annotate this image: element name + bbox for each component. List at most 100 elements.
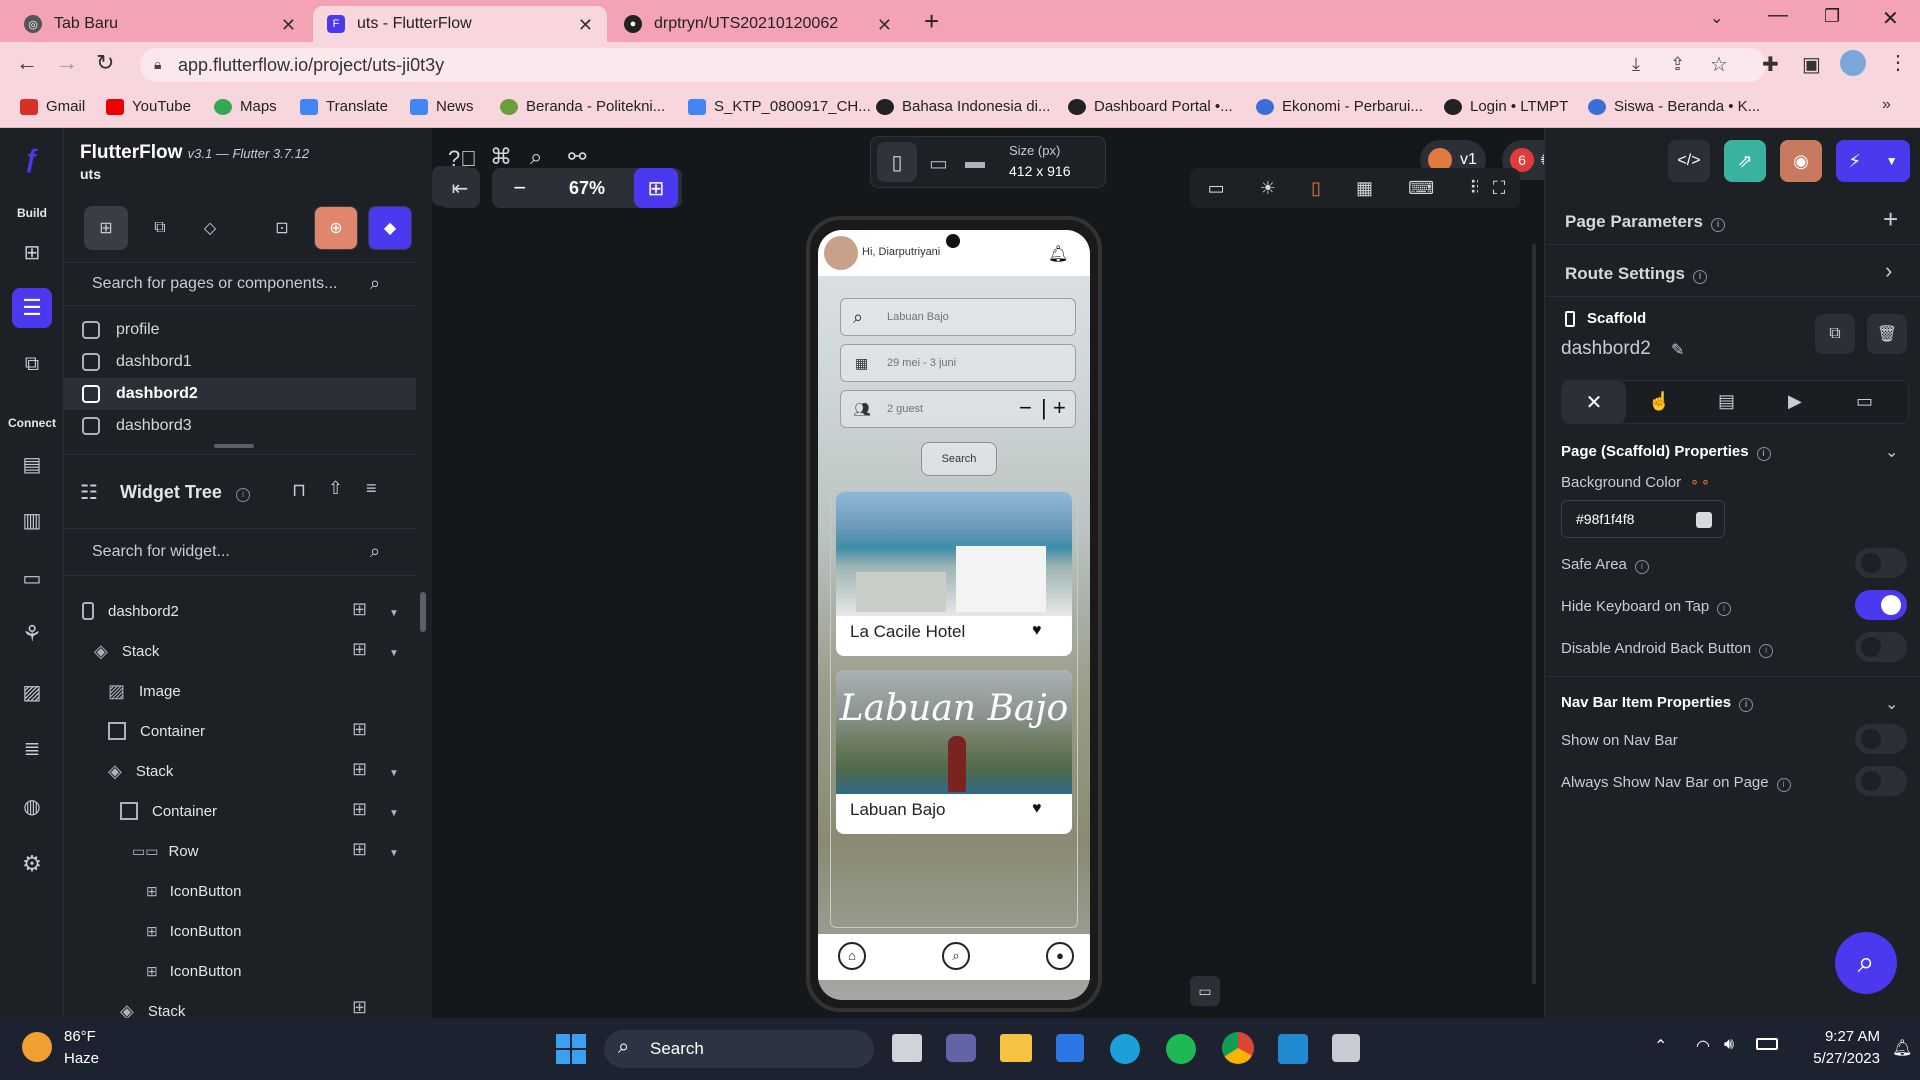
- lock-icon[interactable]: ⊓: [292, 480, 306, 501]
- api-icon[interactable]: ▥: [12, 500, 52, 540]
- store-icon[interactable]: [1056, 1034, 1084, 1062]
- disable-back-toggle[interactable]: [1855, 632, 1907, 662]
- tab-properties[interactable]: ✕: [1562, 381, 1626, 423]
- hide-keyboard-toggle[interactable]: [1855, 590, 1907, 620]
- tab-search-icon[interactable]: ⌄: [1710, 8, 1723, 28]
- code-view-icon[interactable]: </>: [1668, 140, 1710, 182]
- install-icon[interactable]: ⤓: [1632, 54, 1640, 75]
- preview-eye-icon[interactable]: ◉: [1780, 140, 1822, 182]
- flutterflow-logo-icon[interactable]: ƒ: [12, 138, 52, 178]
- close-icon[interactable]: ✕: [578, 15, 593, 36]
- add-widget-icon[interactable]: ⊞: [12, 232, 52, 272]
- link-icon[interactable]: ⚯: [568, 144, 586, 170]
- phone-device-icon[interactable]: ▯: [877, 142, 917, 182]
- bookmark-news[interactable]: News: [410, 98, 474, 115]
- date-field[interactable]: ▦ 29 mei - 3 juni: [840, 344, 1076, 382]
- bookmark-siswa[interactable]: Siswa - Beranda • K...: [1588, 98, 1760, 115]
- more-bookmarks-icon[interactable]: »: [1882, 96, 1891, 114]
- maximize-button[interactable]: ❐: [1824, 6, 1840, 27]
- notification-icon[interactable]: 🔔︎: [1892, 1038, 1912, 1058]
- bookmark-ltmpt[interactable]: Login • LTMPT: [1444, 98, 1568, 115]
- new-folder-icon[interactable]: ⊡: [260, 206, 304, 250]
- tab-backend-query[interactable]: ▤: [1718, 391, 1735, 412]
- hotel-card[interactable]: La Cacile Hotel ♥: [836, 492, 1072, 656]
- tree-node-container[interactable]: Container: [108, 712, 205, 750]
- share-icon[interactable]: ⇪: [1670, 54, 1685, 75]
- media-icon[interactable]: ▨: [12, 672, 52, 712]
- color-swatch[interactable]: [1696, 512, 1712, 528]
- home-icon[interactable]: ⌂: [838, 942, 866, 970]
- tab-docs[interactable]: ▭: [1856, 391, 1873, 412]
- page-item-dashbord1[interactable]: dashbord1: [64, 346, 416, 378]
- canvas-scrollbar[interactable]: [1532, 244, 1536, 984]
- components-icon[interactable]: ⧉: [12, 344, 52, 384]
- bookmark-bahasa[interactable]: Bahasa Indonesia di...: [876, 98, 1050, 115]
- page-search-input[interactable]: Search for pages or components... ⌕: [64, 262, 416, 306]
- vscode-icon[interactable]: [1278, 1034, 1308, 1064]
- heart-icon[interactable]: ♥: [1032, 622, 1042, 640]
- heart-icon[interactable]: ♥: [1032, 800, 1042, 818]
- open-external-icon[interactable]: ⇗: [1724, 140, 1766, 182]
- add-child-icon[interactable]: ⊞: [352, 839, 376, 863]
- chevron-down-icon[interactable]: ⌄: [1885, 442, 1898, 462]
- bookmark-maps[interactable]: Maps: [214, 98, 277, 115]
- bookmark-star-icon[interactable]: ☆: [1710, 52, 1728, 77]
- wifi-icon[interactable]: ◠: [1696, 1036, 1710, 1056]
- bookmark-ktp[interactable]: S_KTP_0800917_CH...: [688, 98, 871, 115]
- variable-icon[interactable]: ⚬⚬: [1689, 475, 1711, 490]
- premium-tab-icon[interactable]: ◇: [188, 206, 232, 250]
- minus-button[interactable]: −: [1019, 395, 1032, 421]
- search-fab-icon[interactable]: ⌕: [1835, 932, 1897, 994]
- diamond-icon[interactable]: ◆: [368, 206, 412, 250]
- edit-icon[interactable]: ✎: [1671, 340, 1684, 360]
- storage-icon[interactable]: ▭: [12, 558, 52, 598]
- teams-icon[interactable]: [946, 1034, 976, 1062]
- tree-node-stack[interactable]: ◈ Stack: [94, 632, 159, 670]
- add-page-icon[interactable]: ⊕: [314, 206, 358, 250]
- extensions-icon[interactable]: ✚: [1762, 52, 1779, 77]
- command-icon[interactable]: ⌘: [490, 144, 512, 170]
- always-nav-toggle[interactable]: [1855, 766, 1907, 796]
- add-child-icon[interactable]: ⊞: [352, 639, 376, 663]
- route-settings-row[interactable]: Route Settings i: [1565, 264, 1707, 284]
- search-button[interactable]: Search: [921, 442, 997, 476]
- widget-search-input[interactable]: Search for widget... ⌕: [64, 528, 416, 576]
- window-close-button[interactable]: ✕: [1882, 6, 1899, 31]
- tree-node-container[interactable]: Container: [120, 792, 217, 830]
- avatar[interactable]: [824, 236, 858, 270]
- volume-icon[interactable]: 🔊︎: [1724, 1036, 1734, 1054]
- taskbar-search[interactable]: ⌕ Search: [604, 1030, 874, 1068]
- snipping-icon[interactable]: [1332, 1034, 1360, 1062]
- file-explorer-icon[interactable]: [892, 1034, 922, 1062]
- new-tab-button[interactable]: +: [924, 6, 939, 37]
- light-mode-icon[interactable]: ☀: [1260, 178, 1276, 199]
- tree-node-iconbutton[interactable]: ⊞ IconButton: [146, 872, 241, 910]
- orientation-icon[interactable]: ▯: [1311, 178, 1321, 199]
- chevron-down-icon[interactable]: ▼: [389, 848, 399, 859]
- tree-node-iconbutton[interactable]: ⊞ IconButton: [146, 952, 241, 990]
- tab-flutterflow[interactable]: F uts - FlutterFlow ✕: [313, 6, 607, 42]
- collapse-icon[interactable]: ⇧: [328, 478, 343, 499]
- zoom-out-button[interactable]: −: [513, 175, 526, 201]
- bookmark-dashboard[interactable]: Dashboard Portal •...: [1068, 98, 1233, 115]
- chevron-down-icon[interactable]: ▼: [389, 768, 399, 779]
- filter-icon[interactable]: ≡: [366, 478, 377, 499]
- layout-icon[interactable]: ▦: [1356, 178, 1373, 199]
- show-nav-toggle[interactable]: [1855, 724, 1907, 754]
- tree-node-row[interactable]: ▭▭ Row: [132, 832, 198, 870]
- duplicate-icon[interactable]: ⧉: [1815, 314, 1855, 354]
- bookmark-youtube[interactable]: YouTube: [106, 98, 191, 115]
- spotify-icon[interactable]: [1166, 1034, 1196, 1064]
- code-icon[interactable]: ≣: [12, 728, 52, 768]
- minimize-button[interactable]: —: [1768, 4, 1788, 27]
- delete-icon[interactable]: 🗑︎: [1867, 314, 1907, 354]
- chevron-right-icon[interactable]: ›: [1885, 258, 1892, 284]
- keyboard-icon[interactable]: ⌨: [1408, 178, 1434, 199]
- add-child-icon[interactable]: ⊞: [352, 599, 376, 623]
- collapse-panel-button[interactable]: ⇤: [440, 168, 480, 208]
- resize-handle[interactable]: [214, 444, 254, 448]
- reload-icon[interactable]: ↻: [96, 50, 114, 76]
- text-scale-icon[interactable]: ▭: [1208, 178, 1225, 199]
- search-icon[interactable]: ⌕: [530, 144, 542, 170]
- add-param-button[interactable]: +: [1883, 204, 1898, 235]
